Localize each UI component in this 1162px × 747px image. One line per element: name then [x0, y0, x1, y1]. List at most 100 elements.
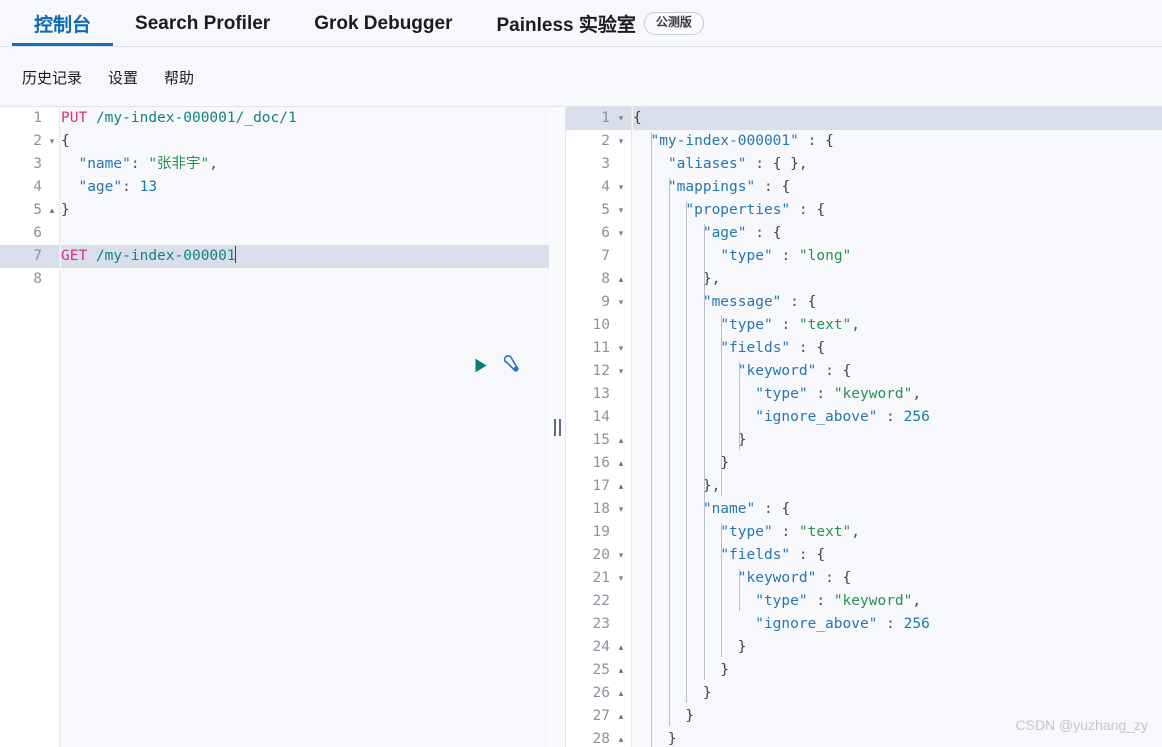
code-line-19[interactable]: "type" : "text", [633, 521, 1162, 544]
gutter-line-2[interactable]: 2 ▾ [566, 130, 631, 153]
gutter-line-11[interactable]: 11 ▾ [566, 337, 631, 360]
fold-up-icon[interactable]: ▴ [615, 475, 627, 498]
code-line-4[interactable]: "age": 13 [61, 176, 549, 199]
fold-up-icon[interactable]: ▴ [615, 452, 627, 475]
gutter-line-7[interactable]: 7 [0, 245, 59, 268]
fold-down-icon[interactable]: ▾ [615, 176, 627, 199]
fold-down-icon[interactable]: ▾ [615, 107, 627, 130]
gutter-line-27[interactable]: 27 ▴ [566, 705, 631, 728]
gutter-line-3[interactable]: 3 [566, 153, 631, 176]
subnav-item-history[interactable]: 历史记录 [12, 63, 92, 92]
gutter-line-8[interactable]: 8 [0, 268, 59, 291]
fold-down-icon[interactable]: ▾ [615, 567, 627, 590]
fold-down-icon[interactable]: ▾ [615, 199, 627, 222]
code-line-3[interactable]: "aliases" : { }, [633, 153, 1162, 176]
code-line-20[interactable]: "fields" : { [633, 544, 1162, 567]
tab-grok-debugger[interactable]: Grok Debugger [292, 0, 474, 47]
code-line-21[interactable]: "keyword" : { [633, 567, 1162, 590]
response-code-area[interactable]: { "my-index-000001" : { "aliases" : { },… [633, 107, 1162, 747]
fold-down-icon[interactable]: ▾ [615, 130, 627, 153]
code-line-2[interactable]: "my-index-000001" : { [633, 130, 1162, 153]
request-panel[interactable]: 1 2 ▾ 3 4 5 ▴ 6 7 8 PUT /my-index-000001/_doc/1{ … [0, 107, 549, 747]
subnav-item-settings[interactable]: 设置 [98, 63, 148, 92]
gutter-line-4[interactable]: 4 ▾ [566, 176, 631, 199]
code-line-7[interactable]: "type" : "long" [633, 245, 1162, 268]
fold-down-icon[interactable]: ▾ [615, 498, 627, 521]
code-line-24[interactable]: } [633, 636, 1162, 659]
request-gutter[interactable]: 1 2 ▾ 3 4 5 ▴ 6 7 8 [0, 107, 60, 747]
gutter-line-25[interactable]: 25 ▴ [566, 659, 631, 682]
fold-up-icon[interactable]: ▴ [615, 728, 627, 747]
fold-up-icon[interactable]: ▴ [615, 636, 627, 659]
tab-painless-lab[interactable]: Painless 实验室 公测版 [475, 0, 726, 47]
code-line-3[interactable]: "name": "张非宇", [61, 153, 549, 176]
fold-up-icon[interactable]: ▴ [615, 429, 627, 452]
fold-down-icon[interactable]: ▾ [46, 130, 58, 153]
fold-up-icon[interactable]: ▴ [615, 659, 627, 682]
gutter-line-26[interactable]: 26 ▴ [566, 682, 631, 705]
code-line-25[interactable]: } [633, 659, 1162, 682]
gutter-line-19[interactable]: 19 [566, 521, 631, 544]
code-line-6[interactable] [61, 222, 549, 245]
panel-resize-handle[interactable] [549, 107, 565, 747]
gutter-line-1[interactable]: 1 ▾ [566, 107, 631, 130]
code-line-9[interactable]: "message" : { [633, 291, 1162, 314]
code-line-14[interactable]: "ignore_above" : 256 [633, 406, 1162, 429]
code-line-17[interactable]: }, [633, 475, 1162, 498]
subnav-item-help[interactable]: 帮助 [154, 63, 204, 92]
gutter-line-23[interactable]: 23 [566, 613, 631, 636]
gutter-line-16[interactable]: 16 ▴ [566, 452, 631, 475]
code-line-2[interactable]: { [61, 130, 549, 153]
fold-up-icon[interactable]: ▴ [615, 705, 627, 728]
code-line-12[interactable]: "keyword" : { [633, 360, 1162, 383]
code-line-15[interactable]: } [633, 429, 1162, 452]
gutter-line-21[interactable]: 21 ▾ [566, 567, 631, 590]
code-line-4[interactable]: "mappings" : { [633, 176, 1162, 199]
gutter-line-1[interactable]: 1 [0, 107, 59, 130]
gutter-line-7[interactable]: 7 [566, 245, 631, 268]
gutter-line-9[interactable]: 9 ▾ [566, 291, 631, 314]
gutter-line-3[interactable]: 3 [0, 153, 59, 176]
request-code-area[interactable]: PUT /my-index-000001/_doc/1{ "name": "张非… [61, 107, 549, 747]
gutter-line-13[interactable]: 13 [566, 383, 631, 406]
code-line-1[interactable]: PUT /my-index-000001/_doc/1 [61, 107, 549, 130]
code-line-1[interactable]: { [633, 107, 1162, 130]
gutter-line-8[interactable]: 8 ▴ [566, 268, 631, 291]
response-panel[interactable]: 1 ▾ 2 ▾ 3 4 ▾ 5 ▾ 6 ▾ 7 8 ▴ 9 ▾ 10 11 ▾ 12 ▾ 13 14 15 ▴ 16 ▴ 17 ▴ 18 ▾… [566, 107, 1162, 747]
code-line-23[interactable]: "ignore_above" : 256 [633, 613, 1162, 636]
gutter-line-5[interactable]: 5 ▴ [0, 199, 59, 222]
code-line-5[interactable]: } [61, 199, 549, 222]
code-line-18[interactable]: "name" : { [633, 498, 1162, 521]
play-icon[interactable] [471, 356, 490, 380]
gutter-line-18[interactable]: 18 ▾ [566, 498, 631, 521]
fold-up-icon[interactable]: ▴ [615, 682, 627, 705]
fold-down-icon[interactable]: ▾ [615, 337, 627, 360]
tab-console[interactable]: 控制台 [12, 0, 114, 47]
code-line-7[interactable]: GET /my-index-000001 [61, 245, 549, 268]
gutter-line-17[interactable]: 17 ▴ [566, 475, 631, 498]
fold-down-icon[interactable]: ▾ [615, 544, 627, 567]
code-line-6[interactable]: "age" : { [633, 222, 1162, 245]
code-line-8[interactable]: }, [633, 268, 1162, 291]
fold-down-icon[interactable]: ▾ [615, 291, 627, 314]
code-line-10[interactable]: "type" : "text", [633, 314, 1162, 337]
fold-up-icon[interactable]: ▴ [615, 268, 627, 291]
code-line-26[interactable]: } [633, 682, 1162, 705]
gutter-line-28[interactable]: 28 ▴ [566, 728, 631, 747]
gutter-line-10[interactable]: 10 [566, 314, 631, 337]
fold-down-icon[interactable]: ▾ [615, 222, 627, 245]
code-line-22[interactable]: "type" : "keyword", [633, 590, 1162, 613]
fold-down-icon[interactable]: ▾ [615, 360, 627, 383]
wrench-icon[interactable] [502, 355, 522, 380]
gutter-line-15[interactable]: 15 ▴ [566, 429, 631, 452]
code-line-8[interactable] [61, 268, 549, 291]
gutter-line-4[interactable]: 4 [0, 176, 59, 199]
fold-up-icon[interactable]: ▴ [46, 199, 58, 222]
beta-badge[interactable]: 公测版 [643, 12, 704, 35]
code-line-13[interactable]: "type" : "keyword", [633, 383, 1162, 406]
code-line-11[interactable]: "fields" : { [633, 337, 1162, 360]
gutter-line-12[interactable]: 12 ▾ [566, 360, 631, 383]
gutter-line-2[interactable]: 2 ▾ [0, 130, 59, 153]
gutter-line-6[interactable]: 6 ▾ [566, 222, 631, 245]
gutter-line-6[interactable]: 6 [0, 222, 59, 245]
